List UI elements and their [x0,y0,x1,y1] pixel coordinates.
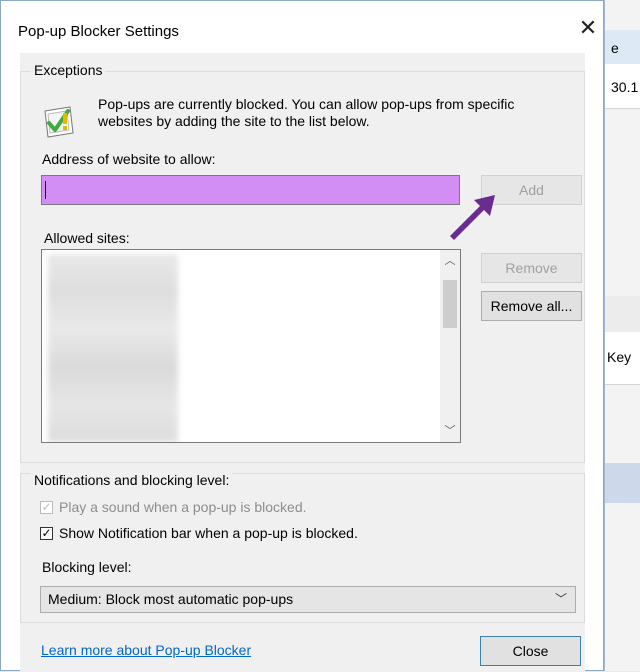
address-label: Address of website to allow: [42,151,216,167]
blocking-level-value: Medium: Block most automatic pop-ups [48,591,294,607]
show-notification-bar-label: Show Notification bar when a pop-up is b… [59,525,358,541]
background-text-3: Key [607,349,632,365]
close-button[interactable]: Close [480,636,581,666]
chevron-down-icon: ﹀ [554,592,567,606]
dialog-client-area: Exceptions Pop-ups are currently blocked… [20,53,585,672]
background-window: e 30.1 Key [604,0,640,671]
show-notification-bar-checkbox[interactable]: ✓ [40,527,53,540]
close-icon[interactable]: ✕ [577,17,599,39]
exceptions-group-title: Exceptions [31,62,106,78]
dialog-title: Pop-up Blocker Settings [18,23,179,40]
remove-all-button[interactable]: Remove all... [481,291,582,321]
blocking-level-label: Blocking level: [42,559,132,575]
exceptions-info-text: Pop-ups are currently blocked. You can a… [98,96,515,129]
play-sound-checkbox[interactable]: ✓ [40,501,53,514]
play-sound-label: Play a sound when a pop-up is blocked. [59,499,307,515]
info-shield-icon [44,106,74,138]
background-row [605,296,640,333]
learn-more-link[interactable]: Learn more about Pop-up Blocker [41,642,251,658]
text-caret [45,181,46,199]
annotation-arrow-icon [450,195,495,240]
notifications-group-title: Notifications and blocking level: [31,472,233,488]
list-scrollbar[interactable]: ︿ ﹀ [440,250,460,442]
background-text-1: e [611,40,619,56]
scroll-thumb[interactable] [443,280,457,328]
address-input[interactable] [41,175,460,205]
blocking-level-select[interactable]: Medium: Block most automatic pop-ups ﹀ [40,586,576,613]
scroll-up-icon[interactable]: ︿ [440,252,460,270]
background-selected-row [605,463,640,503]
remove-button[interactable]: Remove [481,253,582,283]
scroll-down-icon[interactable]: ﹀ [440,422,460,440]
popup-blocker-dialog: Pop-up Blocker Settings ✕ Exceptions Pop… [0,0,604,672]
blurred-site-entries [48,254,178,442]
background-text-2: 30.1 [611,79,639,95]
allowed-sites-label: Allowed sites: [44,230,130,246]
allowed-sites-list[interactable]: ︿ ﹀ [41,249,461,443]
